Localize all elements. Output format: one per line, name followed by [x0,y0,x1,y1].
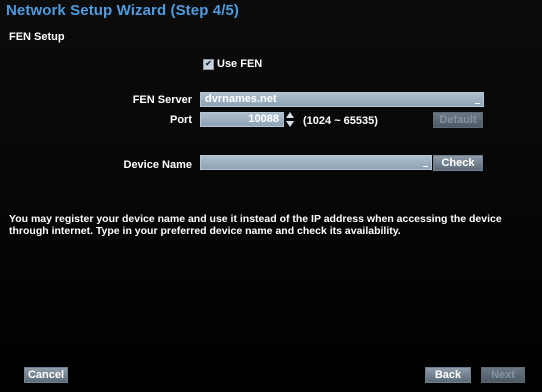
port-value: 10088 [248,113,279,125]
section-title: FEN Setup [9,31,65,43]
text-cursor [423,166,428,167]
port-spinner[interactable] [285,111,295,128]
device-name-label: Device Name [123,159,193,171]
check-button[interactable]: Check [433,155,483,171]
use-fen-option[interactable]: ✔ Use FEN [203,58,262,70]
back-button[interactable]: Back [425,367,471,383]
fen-server-field[interactable]: dvrnames.net [200,92,484,107]
wizard-window: Network Setup Wizard (Step 4/5) FEN Setu… [0,0,542,392]
port-range: (1024 ~ 65535) [303,115,378,127]
next-button[interactable]: Next [481,367,525,383]
device-name-field[interactable] [200,155,432,170]
default-button[interactable]: Default [433,112,483,128]
cancel-button[interactable]: Cancel [24,367,68,383]
fen-server-value: dvrnames.net [205,93,277,105]
wizard-title: Network Setup Wizard (Step 4/5) [6,2,239,19]
spin-down-icon[interactable] [286,121,294,127]
use-fen-checkbox[interactable]: ✔ [203,58,214,70]
text-cursor [475,103,480,104]
use-fen-label: Use FEN [217,58,263,70]
spin-up-icon[interactable] [286,112,294,118]
fen-server-label: FEN Server [132,94,192,106]
port-label: Port [170,114,192,126]
info-text: You may register your device name and us… [9,213,502,237]
port-field[interactable]: 10088 [200,112,284,127]
